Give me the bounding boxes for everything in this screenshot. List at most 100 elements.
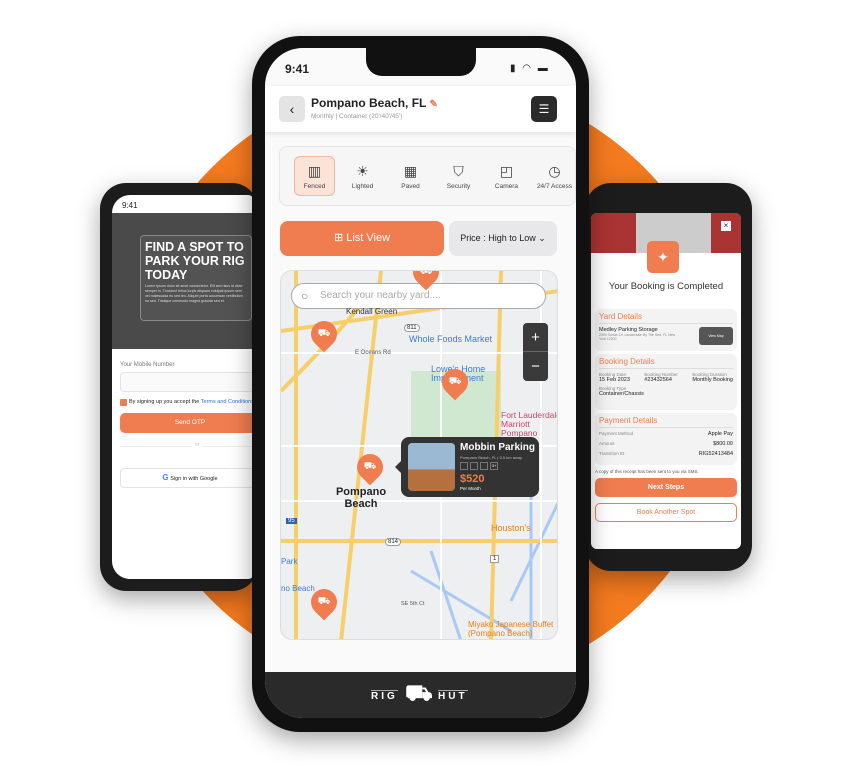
terms-link[interactable]: Terms and Conditions — [201, 399, 254, 405]
left-phone: 9:41 FIND A SPOT TO PARK YOUR RIG TODAY … — [100, 183, 258, 591]
mobile-label: Your Mobile Number — [120, 362, 175, 368]
send-otp-button[interactable]: Send OTP — [120, 413, 254, 433]
fence-icon: ▥ — [307, 162, 322, 179]
hero-body: Lorem ipsum dolor sit amet consectetur. … — [145, 284, 244, 303]
filter-security[interactable]: ⛉ Security — [438, 156, 479, 196]
back-button[interactable]: ‹ — [279, 96, 305, 122]
view-map-button[interactable]: View Map — [699, 327, 733, 345]
list-view-button[interactable]: ⊞ List View — [280, 221, 444, 256]
search-icon: ○ — [301, 289, 309, 303]
chevron-down-icon: ⌄ — [538, 233, 546, 243]
truck-icon: ⛟ — [448, 376, 462, 387]
next-steps-button[interactable]: Next Steps — [595, 478, 737, 497]
google-signin-button[interactable]: G Sign in with Google — [120, 468, 254, 488]
success-logo-icon: ✦ — [647, 241, 679, 273]
terms-text: By signing up you accept the Terms and C… — [129, 399, 254, 405]
popup-title: Mobbin Parking — [460, 442, 535, 453]
booking-complete-screen: × ✦ Your Booking is Completed Yard Detai… — [591, 213, 741, 549]
route-shield: 814 — [385, 538, 402, 546]
search-input[interactable]: ○ Search your nearby yard.... — [291, 283, 546, 309]
hero-title: FIND A SPOT TO PARK YOUR RIG TODAY — [145, 240, 245, 282]
clock-24-icon: ◷ — [548, 162, 561, 179]
map-pin-selected[interactable]: ⛟ — [351, 448, 389, 486]
booking-date: 15 Feb 2023 — [599, 377, 630, 383]
edit-icon[interactable]: ✎ — [429, 99, 437, 110]
map-label: SE 5th Ct — [401, 601, 425, 607]
filter-camera[interactable]: ◰ Camera — [486, 156, 527, 196]
mobile-input[interactable] — [120, 372, 254, 392]
location-title: Pompano Beach, FL ✎ — [311, 96, 438, 110]
filter-24-7[interactable]: ◷ 24/7 Access — [534, 156, 575, 196]
filter-lighted[interactable]: ☀ Lighted — [342, 156, 383, 196]
rig-hut-logo: RIG ⛟ HUT — [265, 672, 576, 718]
cctv-camera-icon: ◰ — [499, 162, 514, 179]
popup-location: Pompano Beach, FL | 0.5 km away — [460, 455, 523, 460]
main-phone: 9:41 ▮ ◠ ▬ ‹ Pompano Beach, FL ✎ Monthly… — [252, 36, 589, 732]
map-label: Park — [281, 557, 298, 566]
status-time: 9:41 — [122, 201, 138, 210]
location-subtitle: Monthly | Container (20'/40'/45') — [311, 113, 403, 120]
grid-icon: ⊞ — [333, 232, 344, 244]
route-shield: 1 — [490, 555, 500, 563]
yard-photo — [408, 443, 455, 491]
login-screen: 9:41 FIND A SPOT TO PARK YOUR RIG TODAY … — [112, 195, 254, 579]
lightbulb-icon: ☀ — [356, 162, 369, 179]
map-pin[interactable]: ⛟ — [305, 315, 343, 353]
booking-heading: Booking Details — [599, 357, 733, 369]
truck-logo-icon: ⛟ — [405, 680, 433, 705]
payment-details-card: Payment Details Payment Method Apple Pay … — [595, 413, 737, 465]
booking-title: Your Booking is Completed — [608, 281, 724, 292]
map-label: Whole Foods Market — [409, 334, 493, 344]
amenity-filters: ▥ Fenced ☀ Lighted ▦ Paved ⛉ Security ◰ Camer… — [279, 146, 576, 206]
sms-note: A copy of this receipt has been sent to … — [595, 469, 699, 474]
hero-image: FIND A SPOT TO PARK YOUR RIG TODAY Lorem… — [112, 213, 254, 349]
map-label: Fort Lauderdale Marriott Pompano — [501, 410, 558, 438]
shield-check-icon: ⛉ — [453, 162, 464, 179]
filter-fenced[interactable]: ▥ Fenced — [294, 156, 336, 196]
status-time: 9:41 — [285, 62, 310, 76]
sort-dropdown[interactable]: Price : High to Low ⌄ — [449, 221, 557, 256]
header: ‹ Pompano Beach, FL ✎ Monthly | Containe… — [265, 86, 576, 132]
payment-heading: Payment Details — [599, 416, 733, 428]
popup-amenities: 3+ — [460, 462, 498, 470]
booking-details-card: Booking Details Booking Date 15 Feb 2023 … — [595, 354, 737, 410]
zoom-in-button[interactable]: + — [523, 323, 548, 352]
truck-icon: ⛟ — [363, 461, 377, 472]
zoom-out-button[interactable]: − — [523, 352, 548, 381]
truck-icon: ⛟ — [317, 596, 331, 607]
map[interactable]: ○ Search your nearby yard.... + − Kendall… — [280, 270, 558, 640]
map-screen: 9:41 ▮ ◠ ▬ ‹ Pompano Beach, FL ✎ Monthly… — [265, 48, 576, 718]
map-label: no Beach — [281, 584, 315, 593]
map-label: Kendall Green — [346, 307, 398, 316]
payment-method: Apple Pay — [707, 431, 733, 437]
terms-checkbox[interactable] — [120, 399, 127, 406]
transaction-id: RIG52413484 — [698, 451, 733, 457]
yard-details-card: Yard Details Medley Parking Storage 2390 … — [595, 309, 737, 351]
interstate-shield: 95 — [286, 518, 297, 524]
route-shield: 811 — [404, 324, 420, 332]
divider — [120, 446, 254, 447]
or-text: or — [192, 442, 203, 448]
booking-number: #23432564 — [644, 377, 672, 383]
book-another-button[interactable]: Book Another Spot — [595, 503, 737, 522]
payment-amount: $800.00 — [713, 441, 733, 447]
filter-paved[interactable]: ▦ Paved — [390, 156, 431, 196]
booking-duration: Monthly Booking — [692, 377, 733, 383]
paved-icon: ▦ — [403, 162, 418, 179]
google-icon: G — [162, 473, 169, 482]
status-icons: ▮ ◠ ▬ — [510, 63, 550, 74]
truck-icon: ⛟ — [317, 328, 331, 339]
booking-type: Container/Chassis — [599, 391, 644, 397]
map-pin[interactable]: ⛟ — [436, 363, 474, 401]
yard-heading: Yard Details — [599, 312, 733, 324]
map-pin[interactable]: ⛟ — [305, 583, 343, 621]
zoom-controls: + − — [523, 323, 548, 381]
notch — [365, 48, 476, 76]
map-label: Miyako Japanese Buffet (Pompano Beach) — [468, 620, 554, 638]
close-button[interactable]: × — [721, 221, 731, 231]
popup-price: $520 — [460, 473, 485, 485]
yard-popup[interactable]: Mobbin Parking Pompano Beach, FL | 0.5 k… — [395, 437, 539, 497]
menu-button[interactable]: ☰ — [531, 96, 557, 122]
truck-icon: ⛟ — [419, 270, 433, 277]
map-label: E Oceans Rd — [355, 350, 391, 356]
